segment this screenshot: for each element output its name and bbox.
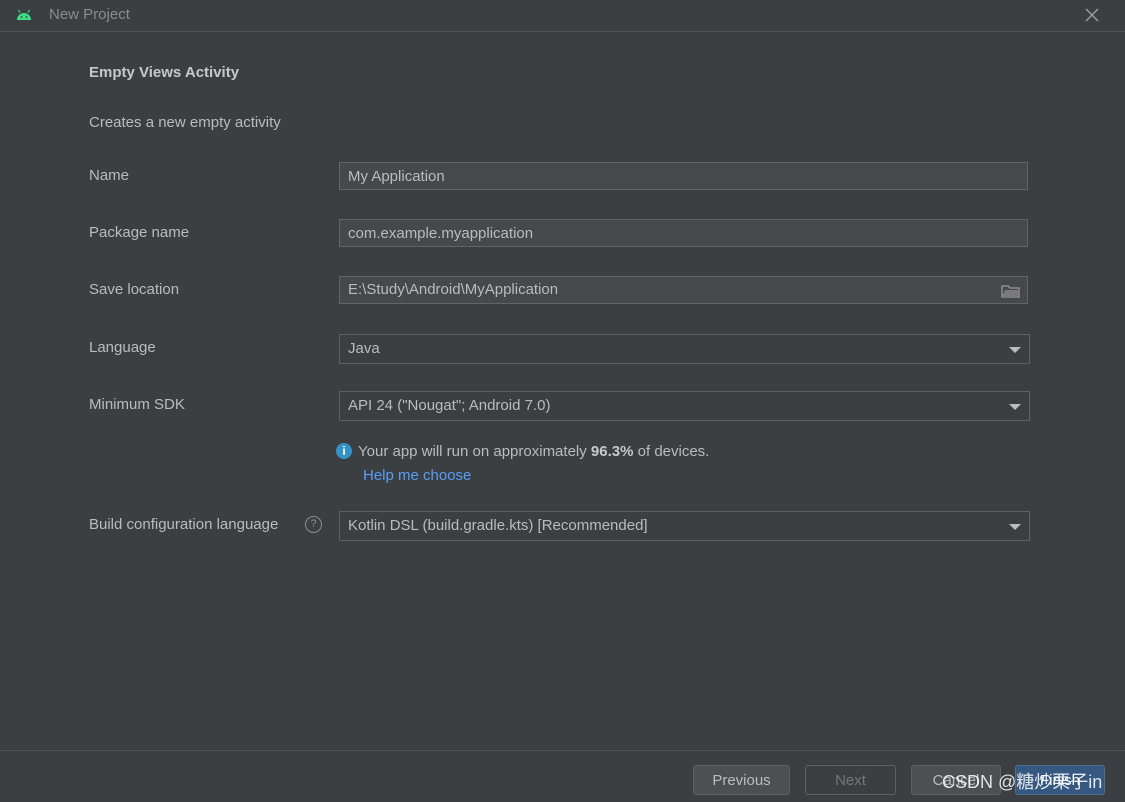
min-sdk-select[interactable]: API 24 ("Nougat"; Android 7.0) [339,391,1030,421]
language-select[interactable]: Java [339,334,1030,364]
build-config-language-value: Kotlin DSL (build.gradle.kts) [Recommend… [348,517,648,534]
help-me-choose-link[interactable]: Help me choose [363,467,471,484]
save-location-value: E:\Study\Android\MyApplication [348,281,559,298]
coverage-prefix: Your app will run on approximately [358,443,591,460]
close-icon[interactable] [1081,4,1103,26]
template-heading: Empty Views Activity [89,64,240,81]
info-icon: i [336,443,352,459]
folder-icon[interactable] [1001,283,1021,299]
chevron-down-icon [1009,524,1021,530]
min-sdk-label: Minimum SDK [89,396,185,413]
language-label: Language [89,339,156,356]
package-name-label: Package name [89,224,190,241]
chevron-down-icon [1009,347,1021,353]
build-config-language-label: Build configuration language [89,516,279,533]
help-icon[interactable]: ? [305,516,322,533]
build-config-language-select[interactable]: Kotlin DSL (build.gradle.kts) [Recommend… [339,511,1030,541]
coverage-suffix: of devices. [633,443,710,460]
package-name-input[interactable] [339,219,1028,247]
new-project-dialog: New Project Empty Views Activity Creates… [0,0,1125,802]
save-location-label: Save location [89,281,180,298]
watermark: CSDN @糖炒栗子in [942,772,1103,792]
next-button[interactable]: Next [805,765,896,795]
name-label: Name [89,167,130,184]
min-sdk-value: API 24 ("Nougat"; Android 7.0) [348,397,551,414]
android-icon [17,9,31,20]
name-input[interactable] [339,162,1028,190]
template-description: Creates a new empty activity [89,114,281,131]
language-value: Java [348,340,380,357]
save-location-input[interactable]: E:\Study\Android\MyApplication [339,276,1028,304]
window-title: New Project [49,6,130,23]
previous-button[interactable]: Previous [693,765,790,795]
title-bar: New Project [0,0,1125,32]
chevron-down-icon [1009,404,1021,410]
device-coverage-info: i Your app will run on approximately 96.3… [336,443,709,460]
coverage-percent: 96.3% [590,443,634,460]
